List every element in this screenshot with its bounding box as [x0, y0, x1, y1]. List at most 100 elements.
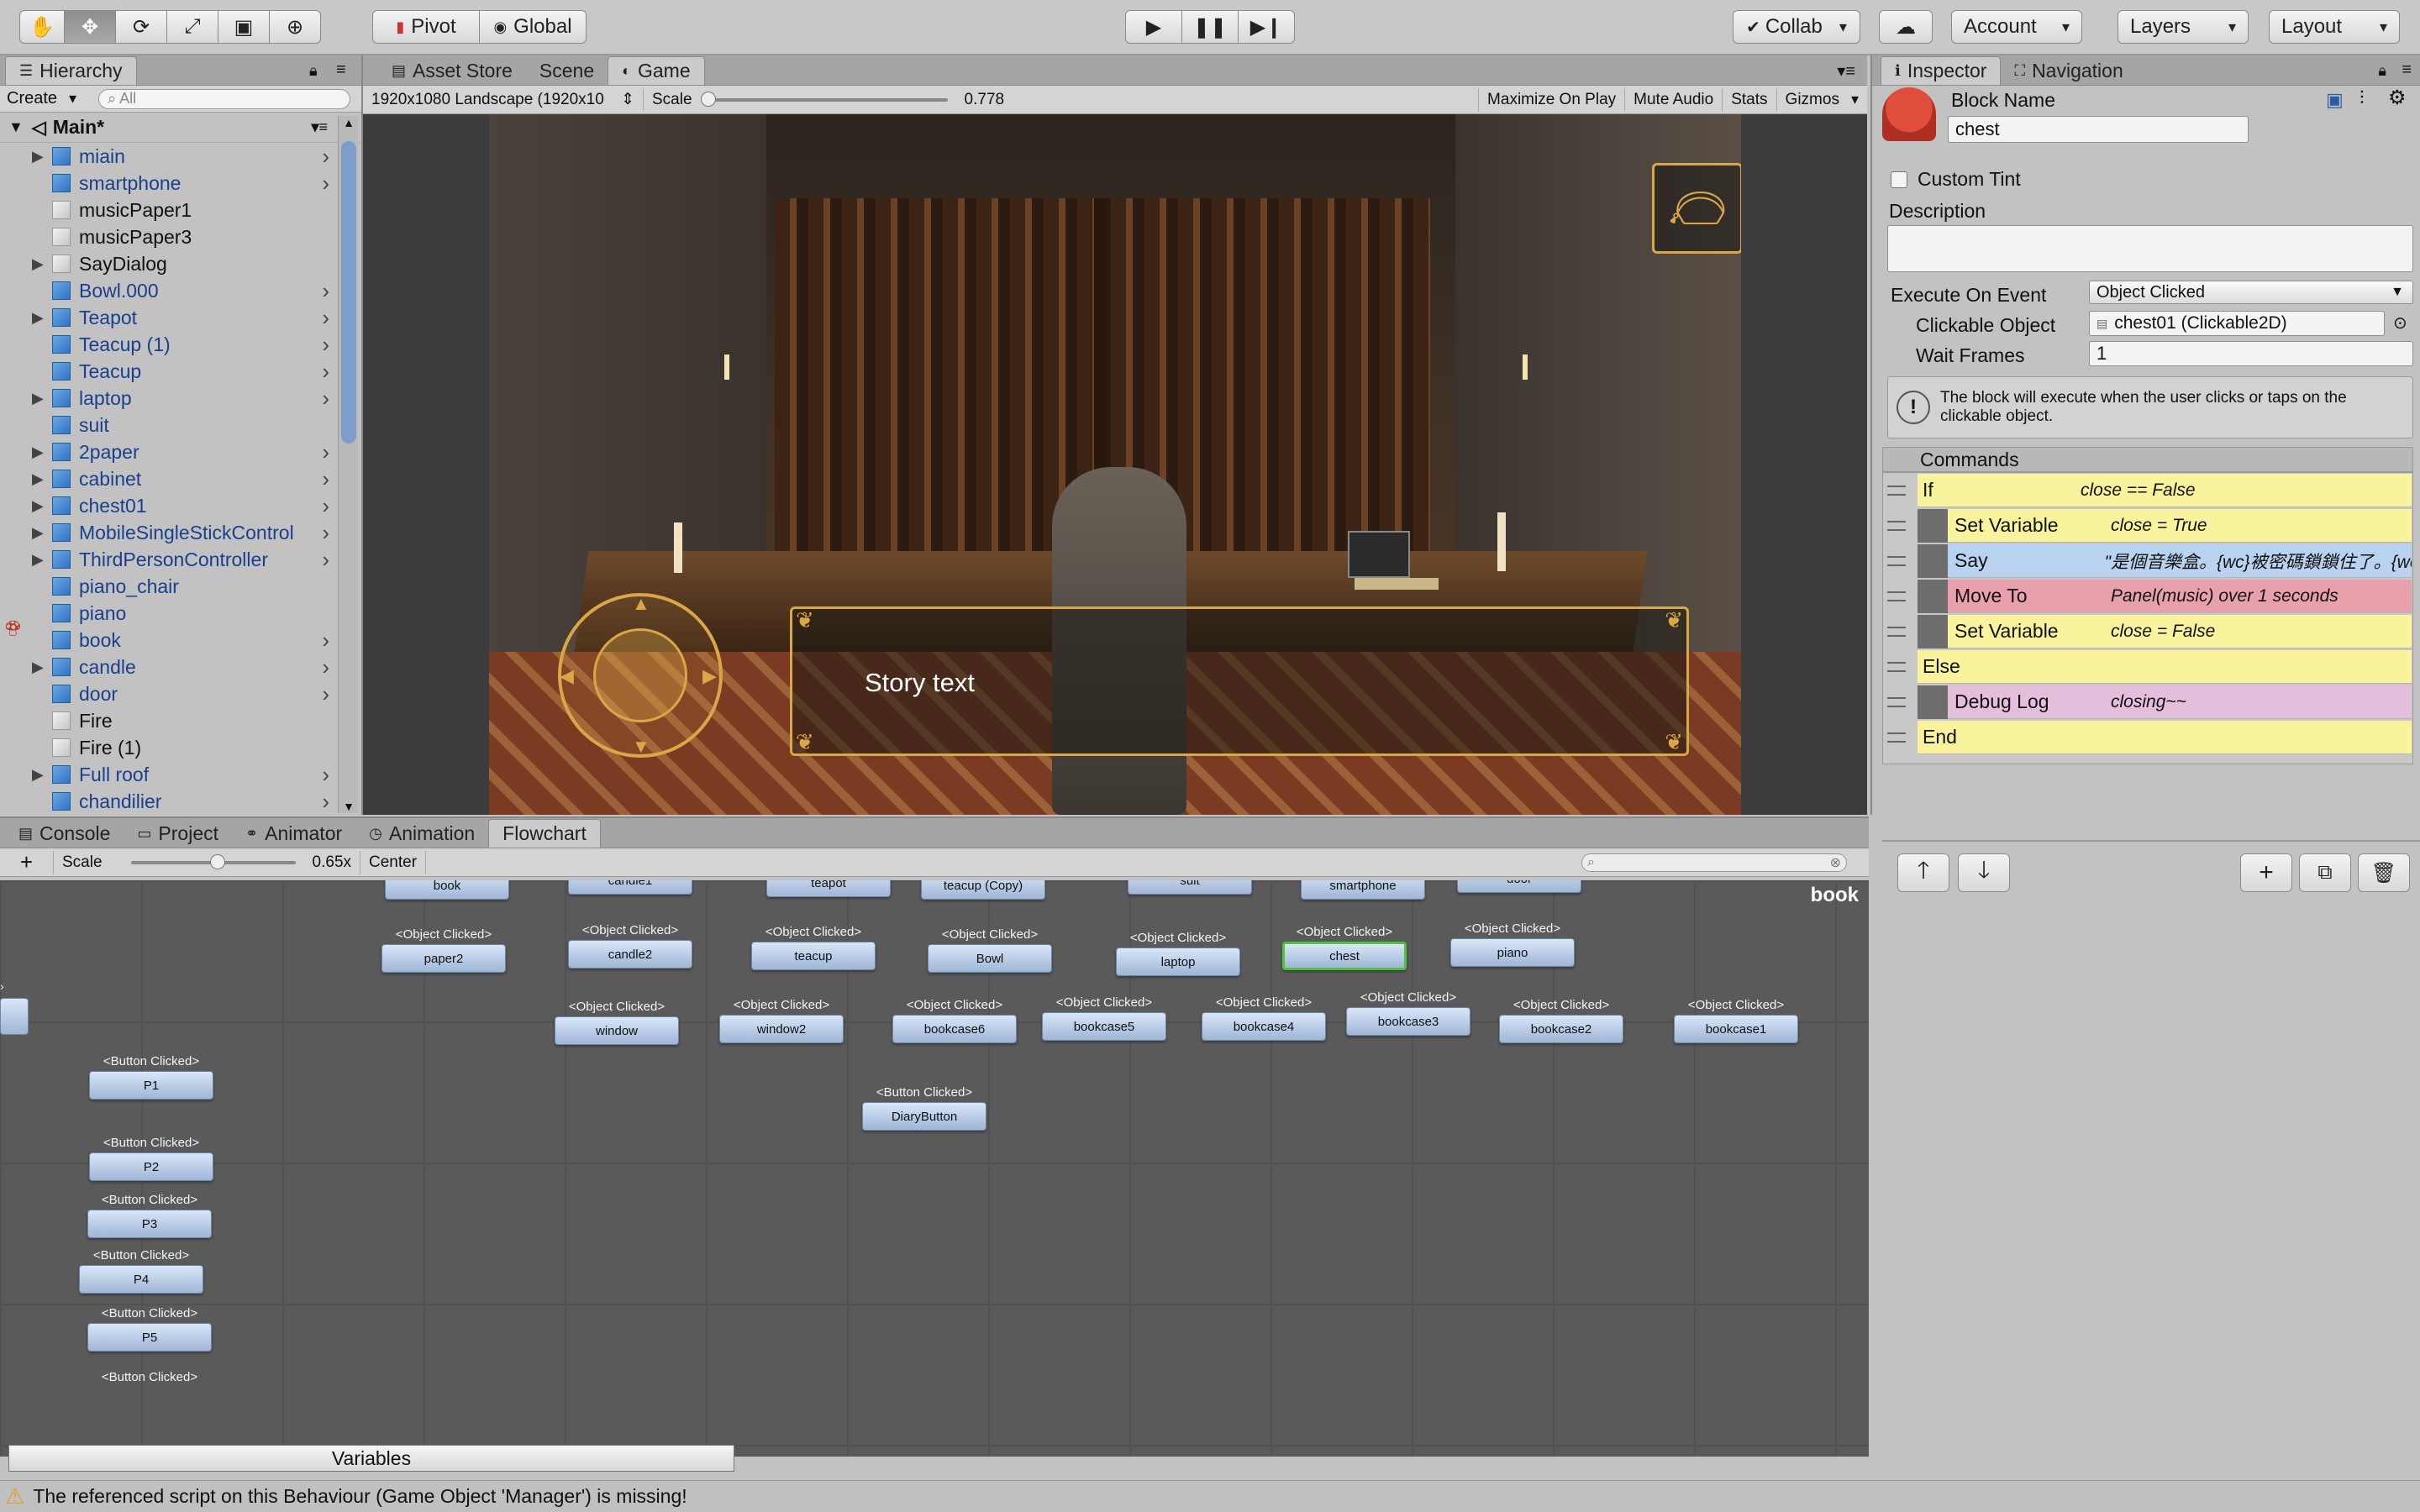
hierarchy-item[interactable]: ▶ miain › — [0, 143, 361, 170]
block-name[interactable]: bookcase4 — [1202, 1012, 1326, 1041]
hierarchy-item[interactable]: ▶ laptop › — [0, 385, 361, 412]
cloud-button[interactable]: ☁ — [1879, 10, 1933, 44]
tab-inspector[interactable]: ℹ Inspector — [1881, 56, 2002, 85]
chevron-right-icon[interactable]: › — [322, 278, 329, 304]
hierarchy-item[interactable]: ▶ Teapot › — [0, 304, 361, 331]
hierarchy-item[interactable]: Teacup (1) › — [0, 331, 361, 358]
expand-arrow-icon[interactable]: ▶ — [32, 659, 44, 676]
book-icon[interactable]: ▣ — [2326, 89, 2344, 111]
block-name[interactable]: book — [385, 880, 509, 900]
clear-icon[interactable]: ⊗ — [1830, 854, 1841, 871]
flowchart-block[interactable]: <Object Clicked> bookcase6 — [892, 996, 1017, 1043]
hand-tool-button[interactable]: ✋ — [19, 10, 65, 44]
layout-dropdown[interactable]: Layout — [2269, 10, 2400, 44]
block-name[interactable]: window2 — [719, 1015, 844, 1043]
execute-on-event-dropdown[interactable]: Object Clicked ▼ — [2089, 281, 2413, 304]
expand-arrow-icon[interactable]: ▶ — [32, 390, 44, 407]
block-name[interactable]: suit — [1128, 880, 1252, 895]
block-name[interactable]: teapot — [766, 880, 891, 897]
add-command-button[interactable]: + — [2240, 853, 2292, 892]
command-row[interactable]: Else — [1918, 650, 2412, 684]
block-name[interactable]: P2 — [89, 1152, 213, 1181]
description-textarea[interactable] — [1887, 225, 2413, 272]
flowchart-block[interactable]: <Object Clicked> window2 — [719, 996, 844, 1043]
hierarchy-item[interactable]: musicPaper3 — [0, 223, 361, 250]
joystick-knob[interactable] — [593, 628, 687, 722]
wait-frames-input[interactable]: 1 — [2089, 341, 2413, 366]
slider-thumb[interactable] — [700, 91, 716, 107]
rect-tool-button[interactable]: ▣ — [218, 10, 270, 44]
block-name[interactable]: piano — [1450, 938, 1575, 967]
flowchart-block[interactable]: <Object Clicked> chest — [1282, 923, 1407, 970]
chevron-right-icon[interactable]: › — [322, 681, 329, 707]
flowchart-block[interactable]: <Object Clicked>candle1 — [568, 880, 692, 895]
flowchart-block[interactable]: <Button Clicked> P4 — [79, 1247, 203, 1294]
block-name[interactable]: candle1 — [568, 880, 692, 895]
clickable-object-field[interactable]: ▤ chest01 (Clickable2D) — [2089, 311, 2385, 336]
block-name-input[interactable]: chest — [1948, 116, 2249, 143]
tab-game[interactable]: ◐ Game — [608, 56, 705, 85]
play-button[interactable]: ▶ — [1125, 10, 1182, 44]
chevron-right-icon[interactable]: › — [322, 144, 329, 170]
chevron-right-icon[interactable]: › — [322, 547, 329, 573]
layers-dropdown[interactable]: Layers — [2118, 10, 2249, 44]
expand-arrow-icon[interactable]: ▶ — [32, 470, 44, 488]
tab-console[interactable]: ▤ Console — [5, 819, 124, 848]
move-up-button[interactable]: 🡑 — [1897, 853, 1949, 892]
expand-arrow-icon[interactable]: ▼ — [8, 118, 24, 136]
hierarchy-item[interactable]: ▶ candle › — [0, 654, 361, 680]
game-render[interactable]: ▲ ▼ ◀ ▶ Story text ❦ ❦ ❦ ❦ 👝︎ — [489, 114, 1741, 815]
flowchart-block[interactable]: <Object Clicked> bookcase3 — [1346, 989, 1470, 1036]
inventory-bag-button[interactable]: 👝︎ — [1652, 163, 1741, 254]
hierarchy-item[interactable]: ▶ cabinet › — [0, 465, 361, 492]
block-name[interactable]: DiaryButton — [862, 1102, 986, 1131]
mute-audio-toggle[interactable]: Mute Audio — [1625, 87, 1723, 112]
block-name[interactable]: bookcase3 — [1346, 1007, 1470, 1036]
flowchart-canvas[interactable]: book › <Object Clicked>book<Object Click… — [0, 880, 1869, 1457]
expand-arrow-icon[interactable]: ▶ — [32, 497, 44, 515]
lock-icon[interactable]: 🔒︎ — [2378, 62, 2386, 80]
scene-row[interactable]: ▼ ◁ Main* ▾≡ — [0, 113, 361, 143]
flowchart-block[interactable]: <Object Clicked> bookcase1 — [1674, 996, 1798, 1043]
slider-thumb[interactable] — [209, 853, 225, 869]
add-block-button[interactable]: + — [0, 849, 54, 874]
hierarchy-item[interactable]: ▶ SayDialog — [0, 250, 361, 277]
block-name[interactable]: P1 — [89, 1071, 213, 1100]
chevron-right-icon[interactable]: › — [322, 654, 329, 680]
chevron-right-icon[interactable]: › — [322, 789, 329, 815]
hierarchy-scroll-thumb[interactable] — [341, 141, 356, 444]
scene-menu-icon[interactable]: ▾≡ — [311, 118, 328, 136]
flowchart-block[interactable]: <Button Clicked> DiaryButton — [862, 1084, 986, 1131]
duplicate-command-button[interactable]: ⧉ — [2299, 853, 2351, 892]
expand-arrow-icon[interactable]: ▶ — [32, 444, 44, 461]
hierarchy-item[interactable]: Bowl.000 › — [0, 277, 361, 304]
delete-command-button[interactable]: 🗑︎ — [2358, 853, 2410, 892]
command-row[interactable]: Set Variable close = True — [1918, 509, 2412, 543]
expand-arrow-icon[interactable]: ▶ — [32, 148, 44, 165]
scroll-up-icon[interactable]: ▲ — [339, 116, 359, 129]
chevron-right-icon[interactable]: › — [322, 466, 329, 492]
panel-menu-icon[interactable]: ▾≡ — [1837, 60, 1855, 81]
block-name[interactable]: door — [1457, 880, 1581, 893]
tab-animation[interactable]: ◷ Animation — [355, 819, 488, 848]
expand-arrow-icon[interactable]: ▶ — [32, 551, 44, 569]
block-name[interactable]: candle2 — [568, 940, 692, 969]
block-name[interactable]: laptop — [1116, 948, 1240, 976]
hierarchy-item[interactable]: piano_chair — [0, 573, 361, 600]
tab-hierarchy[interactable]: ☰ Hierarchy — [5, 56, 137, 85]
tab-project[interactable]: ▭ Project — [124, 819, 232, 848]
move-down-button[interactable]: 🡓 — [1958, 853, 2010, 892]
hierarchy-item[interactable]: piano — [0, 600, 361, 627]
drag-handle-icon[interactable] — [1887, 521, 1906, 531]
hierarchy-item[interactable]: book › — [0, 627, 361, 654]
hierarchy-item[interactable]: smartphone › — [0, 170, 361, 197]
flowchart-scale-slider[interactable] — [130, 853, 296, 869]
gizmos-dropdown[interactable]: Gizmos — [1777, 88, 1867, 112]
expand-arrow-icon[interactable]: ▶ — [32, 255, 44, 273]
gear-icon[interactable]: ⚙ — [2388, 86, 2407, 110]
hierarchy-item[interactable]: ▶ 2paper › — [0, 438, 361, 465]
hierarchy-scrollbar[interactable]: ▲ ▼ — [338, 116, 358, 813]
preset-icon[interactable]: ⫶ — [2360, 87, 2365, 109]
collab-dropdown[interactable]: ✔ Collab — [1733, 10, 1860, 44]
block-name[interactable]: window — [555, 1016, 679, 1045]
